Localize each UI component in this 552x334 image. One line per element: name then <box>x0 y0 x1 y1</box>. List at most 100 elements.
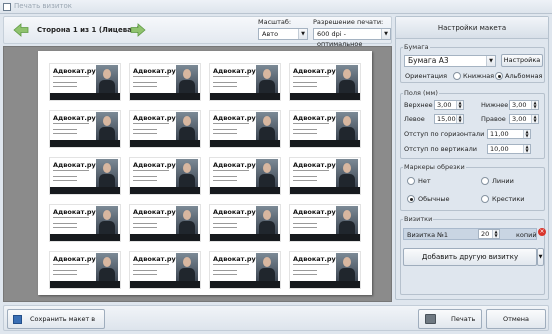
card-text-line <box>53 86 77 87</box>
hgap-value: 11,00 <box>490 130 509 138</box>
card-text-line <box>53 264 89 265</box>
margin-left-input[interactable]: 15,00 ▲ ▼ <box>434 114 464 124</box>
card-title: Адвокат.ру <box>53 161 96 169</box>
card-text-line <box>213 274 237 275</box>
vgap-input[interactable]: 10,00 ▲ ▼ <box>487 144 531 154</box>
paper-group-title: Бумага <box>403 43 430 51</box>
card-photo <box>336 112 358 140</box>
card-footer-bar <box>210 281 280 288</box>
page-indicator: Сторона 1 из 1 (Лицевая) <box>37 26 140 34</box>
print-button[interactable]: Печать <box>418 309 482 329</box>
resolution-select[interactable]: 600 dpi - оптимальное ▼ <box>313 28 391 48</box>
paper-format-select[interactable]: Бумага А3 ▼ <box>404 55 496 67</box>
card-text-line <box>133 227 157 228</box>
crop-normal-radio[interactable] <box>407 195 415 203</box>
card-count-input[interactable]: 20 ▲ ▼ <box>478 229 500 239</box>
next-page-button[interactable] <box>128 20 148 40</box>
margins-group: Поля (мм) Верхнее 3,00 ▲ ▼ Нижнее 3,00 ▲ ▼… <box>400 89 545 159</box>
card-text-line <box>133 76 169 77</box>
hgap-input[interactable]: 11,00 ▲ ▼ <box>487 129 531 139</box>
card-text-line <box>213 170 249 171</box>
cancel-button[interactable]: Отмена <box>486 309 546 329</box>
remove-card-icon[interactable]: × <box>538 228 546 236</box>
card-text-line <box>133 217 169 218</box>
card-photo <box>96 206 118 234</box>
print-label: Печать <box>451 315 476 323</box>
margins-group-title: Поля (мм) <box>403 89 439 97</box>
margin-right-value: 3,00 <box>512 115 527 123</box>
card-list-item[interactable]: Визитка №1 20 ▲ ▼ копий <box>403 228 537 240</box>
business-card: Адвокат.ру <box>289 157 361 195</box>
save-layout-button[interactable]: Сохранить макет в файл <box>7 309 105 334</box>
card-text-line <box>53 129 77 130</box>
margin-top-input[interactable]: 3,00 ▲ ▼ <box>434 100 464 110</box>
spinner-icon: ▲ ▼ <box>456 101 463 109</box>
card-footer-bar <box>290 140 360 147</box>
paper-sheet: Адвокат.ру Адвокат.ру Адвокат.ру Адвокат.ру… <box>38 51 372 295</box>
printer-icon <box>425 314 436 324</box>
card-text-line <box>53 76 89 77</box>
card-text-line <box>53 217 89 218</box>
margin-right-input[interactable]: 3,00 ▲ ▼ <box>509 114 539 124</box>
card-text-line <box>53 176 77 177</box>
card-text-line <box>53 133 77 134</box>
card-text-line <box>133 223 157 224</box>
card-photo <box>256 65 278 93</box>
card-text-line <box>133 133 157 134</box>
card-title: Адвокат.ру <box>133 255 176 263</box>
business-card: Адвокат.ру <box>289 63 361 101</box>
window-icon <box>3 3 11 11</box>
crop-lines-radio[interactable] <box>481 177 489 185</box>
window-title: Печать визиток <box>14 2 72 10</box>
card-text-line <box>213 264 249 265</box>
card-photo <box>176 159 198 187</box>
card-photo <box>336 253 358 281</box>
crop-none-label: Нет <box>418 177 431 185</box>
card-title: Адвокат.ру <box>293 161 336 169</box>
business-card: Адвокат.ру <box>129 110 201 148</box>
paper-format-value: Бумага А3 <box>408 56 449 65</box>
card-text-line <box>293 223 317 224</box>
card-text-line <box>213 86 237 87</box>
scale-select[interactable]: Авто ▼ <box>258 28 308 40</box>
business-card: Адвокат.ру <box>209 251 281 289</box>
card-text-line <box>133 180 157 181</box>
crop-crosses-radio[interactable] <box>481 195 489 203</box>
card-text-line <box>133 86 157 87</box>
card-text-line <box>293 176 317 177</box>
margin-bottom-input[interactable]: 3,00 ▲ ▼ <box>509 100 539 110</box>
card-text-line <box>53 227 77 228</box>
card-photo <box>176 112 198 140</box>
crop-none-radio[interactable] <box>407 177 415 185</box>
card-title: Адвокат.ру <box>213 67 256 75</box>
previous-page-button[interactable] <box>11 20 31 40</box>
business-card: Адвокат.ру <box>289 251 361 289</box>
add-card-dropdown-button[interactable]: ▼ <box>537 248 544 266</box>
card-count-unit: копий <box>516 231 537 239</box>
paper-settings-button[interactable]: Настройка <box>501 54 543 67</box>
card-photo <box>176 253 198 281</box>
card-footer-bar <box>50 281 120 288</box>
card-text-line <box>293 76 329 77</box>
card-text-line <box>213 227 237 228</box>
card-photo <box>256 112 278 140</box>
portrait-radio[interactable] <box>453 72 461 80</box>
cards-group-title: Визитки <box>403 215 434 223</box>
add-card-button[interactable]: Добавить другую визитку <box>403 248 537 266</box>
title-bar: Печать визиток <box>0 0 552 14</box>
landscape-radio[interactable] <box>495 72 503 80</box>
portrait-label: Книжная <box>463 72 495 80</box>
card-text-line <box>133 274 157 275</box>
margin-top-value: 3,00 <box>437 101 452 109</box>
business-card: Адвокат.ру <box>289 204 361 242</box>
layout-settings-panel: Настройки макета Бумага Бумага А3 ▼ Наст… <box>395 16 549 300</box>
card-text-line <box>53 123 89 124</box>
vgap-label: Отступ по вертикали <box>404 145 477 153</box>
business-card: Адвокат.ру <box>49 157 121 195</box>
card-text-line <box>213 180 237 181</box>
spinner-icon: ▲ ▼ <box>531 115 538 123</box>
vgap-value: 10,00 <box>490 145 509 153</box>
card-text-line <box>213 176 237 177</box>
print-preview: Адвокат.ру Адвокат.ру Адвокат.ру Адвокат.ру… <box>3 46 392 302</box>
floppy-icon <box>13 315 22 324</box>
